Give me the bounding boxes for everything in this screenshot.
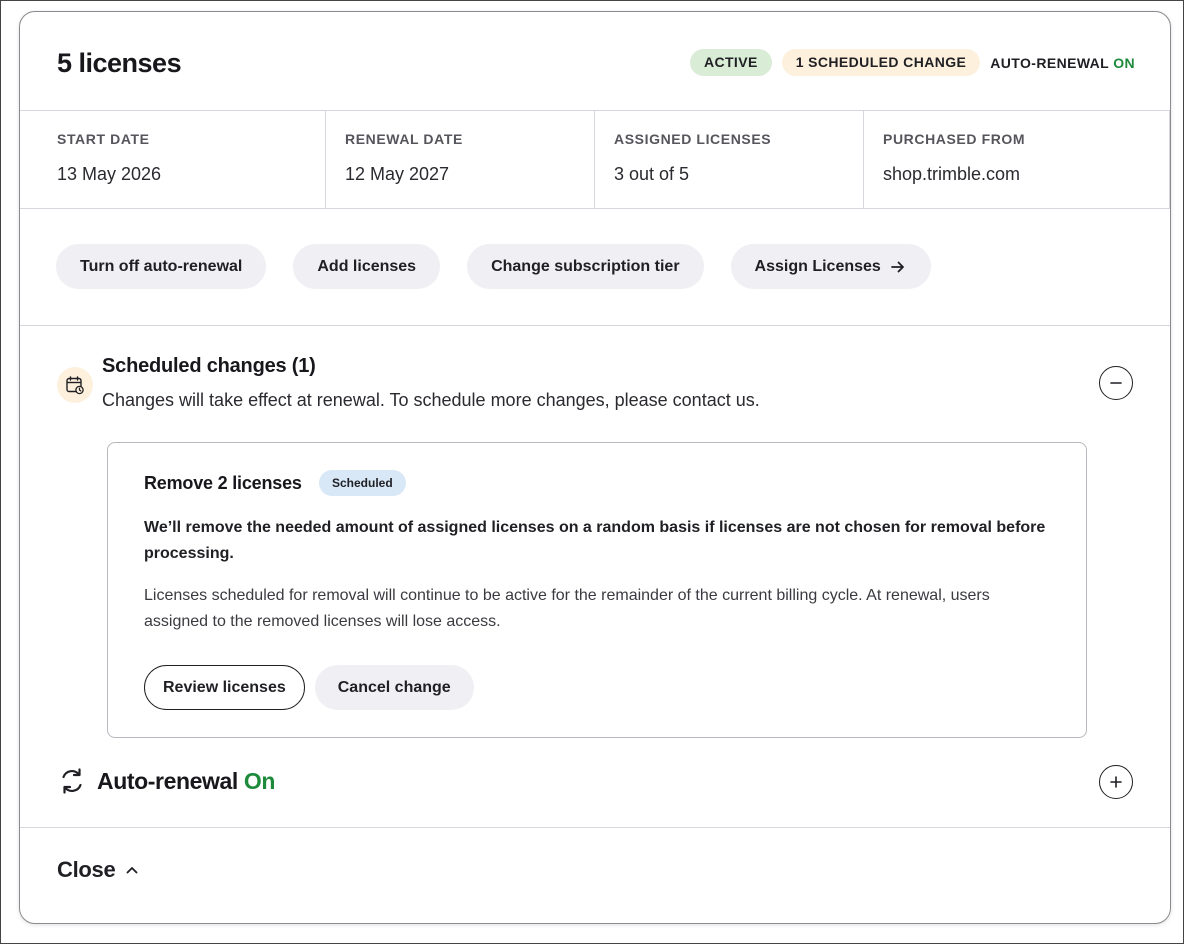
scheduled-change-card: Remove 2 licenses Scheduled We’ll remove… [107,442,1087,738]
add-licenses-button[interactable]: Add licenses [293,244,441,289]
purchased-from-label: PURCHASED FROM [883,131,1026,147]
auto-renewal-section-title: Auto-renewal On [97,768,275,795]
minus-circle-icon [1110,382,1122,384]
change-subscription-tier-label: Change subscription tier [491,258,680,275]
subscription-info: START DATE 13 May 2026 RENEWAL DATE 12 M… [20,110,1170,209]
assigned-licenses-label: ASSIGNED LICENSES [614,131,772,147]
info-assigned-licenses: ASSIGNED LICENSES 3 out of 5 [595,110,864,208]
turn-off-auto-renewal-button[interactable]: Turn off auto-renewal [56,244,267,289]
auto-renewal-title: Auto-renewal [97,768,238,794]
chevron-up-icon [127,867,138,874]
expand-auto-renewal-button[interactable] [1099,765,1133,799]
change-subscription-tier-button[interactable]: Change subscription tier [467,244,704,289]
add-licenses-label: Add licenses [317,258,417,275]
change-title: Remove 2 licenses [144,473,302,493]
plus-circle-icon [1110,776,1122,788]
auto-renewal-status-value: ON [1113,54,1135,71]
scheduled-changes-description: Changes will take effect at renewal. To … [102,390,760,410]
assign-licenses-label: Assign Licenses [754,258,881,275]
refresh-icon [62,768,82,794]
info-start-date: START DATE 13 May 2026 [20,110,326,208]
info-purchased-from: PURCHASED FROM shop.trimble.com [864,110,1170,208]
assign-licenses-button[interactable]: Assign Licenses [730,244,931,289]
change-detail-text: Licenses scheduled for removal will cont… [144,587,990,630]
arrow-right-icon [890,261,904,272]
purchased-from-value: shop.trimble.com [883,164,1021,184]
status-badge-active: ACTIVE [689,49,772,76]
turn-off-auto-renewal-label: Turn off auto-renewal [80,258,243,275]
license-card: 5 licenses ACTIVE 1 SCHEDULED CHANGE AUT… [19,11,1171,924]
page-title: 5 licenses [57,48,182,78]
review-licenses-button[interactable]: Review licenses [144,665,305,710]
start-date-value: 13 May 2026 [57,164,162,184]
info-renewal-date: RENEWAL DATE 12 May 2027 [326,110,595,208]
change-warning-text: We’ll remove the needed amount of assign… [144,519,1046,562]
renewal-date-label: RENEWAL DATE [345,131,463,147]
auto-renewal-state: On [243,768,276,794]
section-divider [20,325,1170,326]
renewal-date-value: 12 May 2027 [345,164,450,184]
status-badges: ACTIVE 1 SCHEDULED CHANGE AUTO-RENEWAL O… [689,49,1135,76]
start-date-label: START DATE [57,131,150,147]
card-header: 5 licenses ACTIVE 1 SCHEDULED CHANGE AUT… [20,12,1170,111]
change-actions: Review licenses Cancel change [144,665,474,710]
footer-divider [20,827,1170,828]
auto-renewal-status-label: AUTO-RENEWAL [990,54,1109,71]
collapse-scheduled-button[interactable] [1099,366,1133,400]
close-button[interactable]: Close [57,857,139,883]
auto-renewal-status: AUTO-RENEWAL ON [990,55,1135,71]
calendar-clock-icon [57,367,93,403]
status-badge-scheduled-change: 1 SCHEDULED CHANGE [781,49,981,76]
window-frame: 5 licenses ACTIVE 1 SCHEDULED CHANGE AUT… [0,0,1184,944]
cancel-change-button[interactable]: Cancel change [314,665,474,710]
action-buttons: Turn off auto-renewal Add licenses Chang… [56,244,931,289]
scheduled-status-badge: Scheduled [319,470,406,496]
assigned-licenses-value: 3 out of 5 [614,164,690,184]
scheduled-changes-title: Scheduled changes (1) [102,355,316,377]
close-label: Close [57,857,116,882]
